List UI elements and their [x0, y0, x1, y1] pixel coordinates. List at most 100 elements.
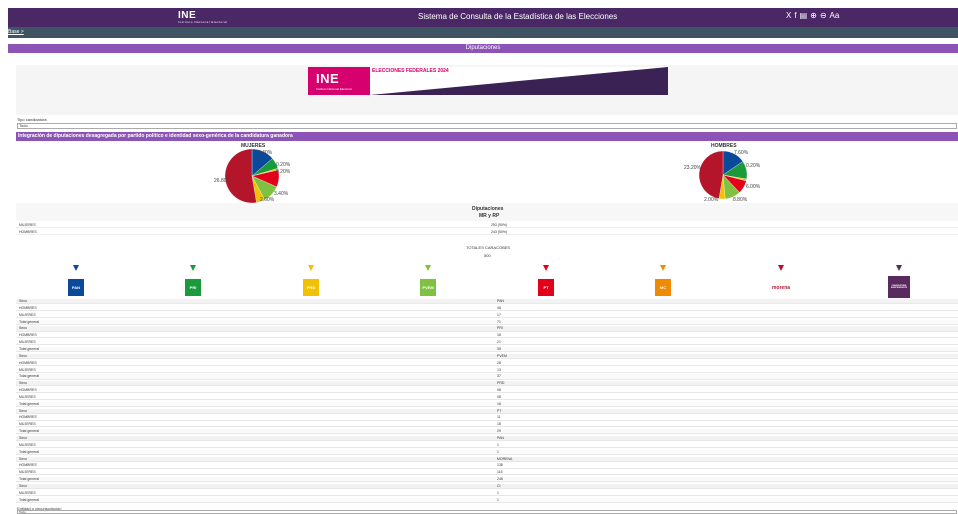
- party-logo-candidatura-independiente[interactable]: CANDIDATURA INDEPENDIENTE: [888, 276, 910, 298]
- table-row: MUJERES 21: [16, 340, 958, 346]
- ine-logo[interactable]: INE Instituto Nacional Electoral: [178, 10, 227, 24]
- top-header: INE Instituto Nacional Electoral Sistema…: [8, 8, 958, 27]
- party-logo-mc[interactable]: MC: [655, 279, 671, 296]
- table-cell-value: 13: [497, 367, 501, 372]
- table-cell-label: MUJERES: [19, 394, 36, 399]
- table-row: MUJERES 08: [16, 394, 958, 401]
- table-row: Sexo PVEM: [16, 353, 958, 359]
- table-cell-label: MUJERES: [19, 442, 36, 447]
- table-cell-label: Sexo: [19, 299, 27, 303]
- banner-logo-text: INE: [316, 71, 340, 86]
- entity-filter-select[interactable]: Todo: [17, 510, 957, 514]
- table-row: HOMBRES 46: [16, 305, 958, 312]
- table-cell-value: 18: [497, 422, 501, 427]
- party-logo-pt[interactable]: PT: [538, 279, 554, 296]
- party-logo-pvem[interactable]: PVEM: [420, 279, 436, 296]
- table-cell-label: MUJERES: [19, 340, 36, 345]
- election-banner: INE Instituto Nacional Electoral ELECCIO…: [308, 67, 668, 95]
- table-row: HOMBRES 18: [16, 333, 958, 339]
- party-logo-pan[interactable]: PAN: [68, 279, 84, 296]
- pie-label: 0.20%: [276, 169, 291, 175]
- table-cell-value: CI: [497, 483, 501, 488]
- table-row: Sexo PT: [16, 408, 958, 414]
- table-row: Sexo CI: [16, 483, 958, 490]
- facebook-share-icon[interactable]: f: [794, 11, 796, 20]
- party-arrow-icon[interactable]: [896, 265, 902, 271]
- pie-label: 23.20%: [684, 165, 701, 171]
- table-cell-label: Total general: [19, 477, 40, 482]
- table-cell-value: 1: [497, 442, 499, 447]
- table-row: Sexo PAN: [16, 299, 958, 305]
- table-cell-value: 246: [497, 477, 503, 482]
- pie-label: 26.80%: [214, 178, 231, 184]
- table-cell-label: Total general: [19, 449, 40, 454]
- party-logo-prd[interactable]: PRD: [303, 279, 319, 296]
- table-cell-label: Sexo: [19, 456, 27, 461]
- party-arrow-icon[interactable]: [425, 265, 431, 271]
- table-row: Sexo MORENA: [16, 456, 958, 462]
- table-row: Total general 16: [16, 401, 958, 407]
- table-row: Total general 37: [16, 374, 958, 380]
- summary-row: MUJERES 253 (50%): [16, 222, 958, 228]
- summary-subtitle: MR y RP: [479, 213, 500, 219]
- table-row: Total general 1: [16, 449, 958, 455]
- table-cell-value: MORENA: [497, 456, 513, 461]
- pie-label: 3.40%: [258, 150, 273, 156]
- breadcrumb-link[interactable]: Base >: [8, 29, 24, 35]
- table-row: MUJERES 116: [16, 470, 958, 476]
- party-arrow-icon[interactable]: [660, 265, 666, 271]
- table-cell-value: 46: [497, 305, 501, 310]
- banner-logo: INE Instituto Nacional Electoral: [308, 67, 370, 95]
- party-arrow-icon[interactable]: [190, 265, 196, 271]
- table-cell-value: PRI: [497, 326, 503, 331]
- table-cell-label: Total general: [19, 346, 40, 351]
- x-share-icon[interactable]: X: [786, 11, 791, 20]
- table-cell-value: 18: [497, 333, 501, 338]
- party-arrow-icon[interactable]: [778, 265, 784, 271]
- party-arrow-icon[interactable]: [543, 265, 549, 271]
- table-row: HOMBRES 138: [16, 463, 958, 469]
- table-cell-value: 16: [497, 401, 501, 406]
- table-row: Total general 71: [16, 319, 958, 325]
- pie-label: 6.00%: [746, 184, 761, 190]
- table-cell-label: MUJERES: [19, 367, 36, 372]
- table-row: HOMBRES 28: [16, 361, 958, 366]
- results-table: Sexo PAN HOMBRES 46 MUJERES 17 Total general 71…: [16, 299, 958, 505]
- filter-select[interactable]: Todo: [17, 123, 957, 129]
- print-icon[interactable]: ▤: [800, 11, 808, 20]
- table-row: Total general 246: [16, 477, 958, 483]
- pie-label: 7.60%: [734, 150, 749, 156]
- table-cell-label: MUJERES: [19, 312, 36, 317]
- table-cell-label: Sexo: [19, 353, 27, 358]
- zoom-in-icon[interactable]: ⊕: [810, 11, 817, 20]
- table-cell-label: HOMBRES: [19, 388, 37, 393]
- table-row: Sexo PRI: [16, 326, 958, 332]
- subnav-bar: Base >: [8, 27, 958, 38]
- party-arrow-icon[interactable]: [308, 265, 314, 271]
- table-cell-value: 138: [497, 463, 503, 468]
- party-logo-morena[interactable]: morena: [769, 279, 793, 296]
- table-cell-label: Total general: [19, 319, 40, 324]
- table-cell-value: 71: [497, 319, 501, 324]
- party-arrow-icon[interactable]: [73, 265, 79, 271]
- table-cell-value: 1: [497, 497, 499, 502]
- table-cell-value: PRD: [497, 381, 505, 386]
- table-cell-value: 21: [497, 340, 501, 345]
- party-logo-pri[interactable]: PRI: [185, 279, 201, 296]
- table-cell-value: 08: [497, 388, 501, 393]
- app-title: Sistema de Consulta de la Estadística de…: [418, 12, 618, 21]
- font-size-icon[interactable]: Aa: [830, 11, 840, 20]
- summary-row-label: MUJERES: [19, 223, 36, 227]
- table-cell-value: 08: [497, 394, 501, 399]
- table-cell-value: 29: [497, 429, 501, 434]
- table-cell-label: Sexo: [19, 326, 27, 331]
- zoom-out-icon[interactable]: ⊖: [820, 11, 827, 20]
- table-cell-value: 28: [497, 360, 501, 365]
- table-cell-value: 1: [497, 449, 499, 454]
- table-cell-label: MUJERES: [19, 490, 36, 495]
- table-cell-label: Total general: [19, 429, 40, 434]
- banner-title: ELECCIONES FEDERALES 2024: [372, 68, 449, 74]
- summary-row-value: 253 (50%): [491, 223, 508, 227]
- table-cell-label: Sexo: [19, 436, 27, 440]
- pie-hombres: [698, 150, 748, 200]
